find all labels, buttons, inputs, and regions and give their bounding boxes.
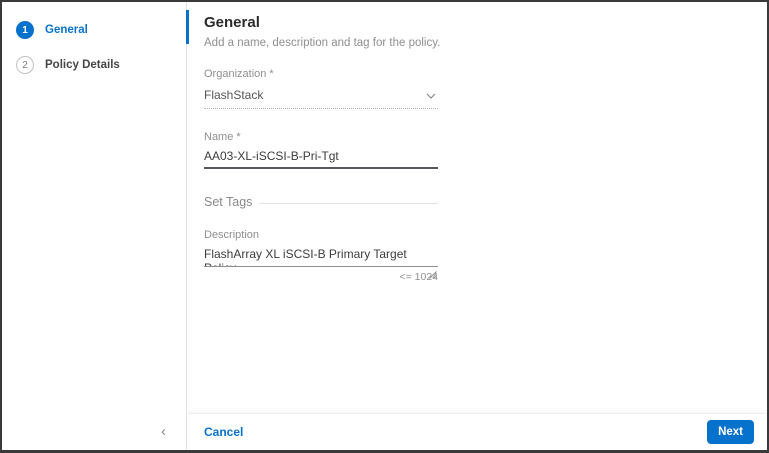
step-label: General bbox=[45, 24, 88, 36]
chevron-down-icon bbox=[426, 86, 436, 104]
set-tags-underline bbox=[259, 203, 438, 204]
description-max-length-hint: <= 1024 bbox=[399, 271, 438, 283]
textarea-resize-handle-icon[interactable] bbox=[429, 271, 437, 279]
stepper-item-general[interactable]: 1 General bbox=[16, 21, 186, 39]
stepper-item-policy-details[interactable]: 2 Policy Details bbox=[16, 56, 186, 74]
step-label: Policy Details bbox=[45, 59, 120, 71]
wizard-content: General Add a name, description and tag … bbox=[188, 2, 767, 450]
step-number-badge: 1 bbox=[16, 21, 34, 39]
collapse-sidebar-chevron-left-icon[interactable]: ‹ bbox=[161, 424, 166, 439]
wizard-stepper-sidebar: 1 General 2 Policy Details ‹ bbox=[2, 2, 187, 450]
stepper-list: 1 General 2 Policy Details bbox=[2, 2, 186, 74]
cancel-button[interactable]: Cancel bbox=[204, 425, 243, 439]
step-number-badge: 2 bbox=[16, 56, 34, 74]
organization-field: Organization * FlashStack bbox=[204, 68, 438, 109]
name-input[interactable] bbox=[204, 143, 438, 169]
policy-wizard-window: 1 General 2 Policy Details ‹ General Add… bbox=[0, 0, 769, 453]
description-textarea[interactable]: FlashArray XL iSCSI-B Primary Target Pol… bbox=[204, 241, 438, 267]
set-tags-label: Set Tags bbox=[204, 195, 253, 209]
set-tags-field[interactable]: Set Tags bbox=[204, 195, 438, 209]
description-label: Description bbox=[204, 229, 260, 241]
organization-value: FlashStack bbox=[204, 88, 264, 102]
organization-label: Organization * bbox=[204, 68, 274, 80]
page-subtitle: Add a name, description and tag for the … bbox=[204, 37, 441, 49]
organization-select[interactable]: FlashStack bbox=[204, 80, 438, 109]
sidebar-footer: ‹ bbox=[2, 412, 186, 450]
page-title: General bbox=[204, 14, 260, 31]
name-label: Name * bbox=[204, 131, 241, 143]
active-section-accent-bar bbox=[186, 10, 189, 44]
next-button[interactable]: Next bbox=[707, 420, 754, 444]
wizard-footer: Cancel Next bbox=[188, 413, 767, 450]
name-field: Name * bbox=[204, 131, 438, 169]
description-field: Description FlashArray XL iSCSI-B Primar… bbox=[204, 229, 438, 283]
